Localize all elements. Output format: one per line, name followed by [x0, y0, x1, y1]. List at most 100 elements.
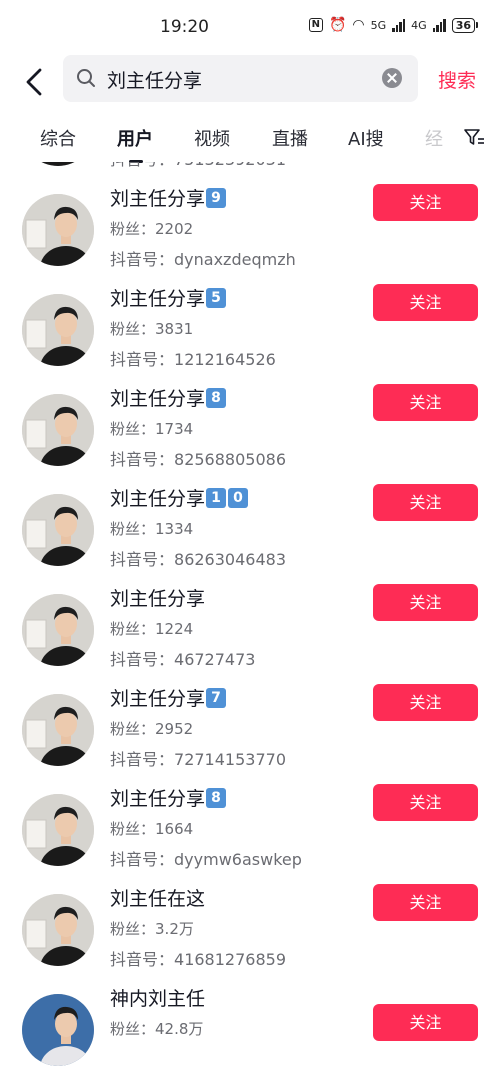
- number-badge: 7: [206, 687, 227, 708]
- fans-value: 3.2万: [155, 920, 194, 938]
- avatar[interactable]: [22, 894, 94, 966]
- user-row[interactable]: 刘主任分享 9 粉丝：2202 抖音号：dynaxzdeqmzh 关注: [0, 182, 500, 282]
- follow-button[interactable]: 关注: [373, 584, 478, 621]
- avatar[interactable]: [22, 694, 94, 766]
- user-row[interactable]: 粉丝：3661抖音号：75132392031关注: [0, 162, 500, 182]
- avatar-image: [22, 794, 94, 866]
- tab-more[interactable]: 经: [425, 125, 443, 151]
- number-badge-group: 8: [206, 787, 227, 808]
- douyin-id-label: 抖音号：: [110, 350, 175, 369]
- tab-videos[interactable]: 视频: [194, 125, 230, 151]
- user-row[interactable]: 神内刘主任粉丝：42.8万 关注: [0, 982, 500, 1082]
- avatar[interactable]: [22, 294, 94, 366]
- follow-button[interactable]: 关注: [373, 884, 478, 921]
- follow-button[interactable]: 关注: [373, 284, 478, 321]
- tab-comprehensive[interactable]: 综合: [40, 125, 76, 151]
- follow-button[interactable]: 关注: [373, 1004, 478, 1041]
- nfc-icon: N: [308, 18, 323, 32]
- douyin-id: 抖音号：82568805086: [110, 446, 286, 470]
- douyin-id: 抖音号：75132392031: [110, 162, 286, 170]
- user-row[interactable]: 刘主任分享 粉丝：1224 抖音号：46727473 关注: [0, 582, 500, 682]
- douyin-id-label: 抖音号：: [110, 650, 175, 669]
- status-icons: N ⏰ ◠ 5G 4G 36: [308, 17, 478, 33]
- tab-users[interactable]: 用户: [117, 125, 153, 151]
- fans-value: 1734: [155, 420, 194, 438]
- search-button[interactable]: 搜索: [438, 66, 476, 93]
- user-name: 刘主任分享: [110, 188, 206, 210]
- fans-count: 粉丝：42.8万: [110, 1018, 203, 1039]
- user-row[interactable]: 刘主任在这 粉丝：3.2万 抖音号：41681276859 关注: [0, 882, 500, 982]
- fans-value: 1224: [155, 620, 194, 638]
- douyin-id-value: 46727473: [174, 650, 256, 669]
- tab-ai-search[interactable]: AI搜: [348, 125, 384, 151]
- douyin-id-label: 抖音号：: [110, 850, 175, 869]
- user-name: 神内刘主任: [110, 988, 206, 1010]
- douyin-id: 抖音号：dynaxzdeqmzh: [110, 246, 296, 270]
- number-badge: 8: [206, 387, 227, 408]
- user-name-line: 刘主任分享: [110, 584, 205, 611]
- avatar[interactable]: [22, 594, 94, 666]
- fans-count: 粉丝：1664: [110, 818, 193, 839]
- avatar[interactable]: [22, 394, 94, 466]
- user-row[interactable]: 刘主任分享 8 粉丝：1734 抖音号：82568805086 关注: [0, 382, 500, 482]
- avatar[interactable]: [22, 494, 94, 566]
- douyin-id-label: 抖音号：: [110, 550, 175, 569]
- number-badge-group: 10: [206, 487, 249, 508]
- user-row[interactable]: 刘主任分享 1 0 粉丝：1334 抖音号：86263046483 关注: [0, 482, 500, 582]
- douyin-id-label: 抖音号：: [110, 950, 175, 969]
- wifi-icon: ◠: [352, 17, 365, 33]
- fans-value: 1334: [155, 520, 194, 538]
- douyin-id-value: 82568805086: [174, 450, 286, 469]
- avatar[interactable]: [22, 162, 94, 166]
- fans-count: 粉丝：1334: [110, 518, 193, 539]
- user-name-line: 刘主任分享 9: [110, 184, 227, 211]
- fans-count: 粉丝：2202: [110, 218, 193, 239]
- fans-value: 1664: [155, 820, 194, 838]
- tab-live[interactable]: 直播: [272, 125, 308, 151]
- avatar-image: [22, 494, 94, 566]
- number-badge-group: 9: [206, 187, 227, 208]
- fans-label: 粉丝：: [110, 220, 156, 238]
- avatar[interactable]: [22, 994, 94, 1066]
- douyin-id-value: dyymw6aswkep: [174, 850, 302, 869]
- douyin-id-label: 抖音号：: [110, 162, 174, 169]
- user-name-line: 刘主任分享 5: [110, 284, 227, 311]
- follow-button[interactable]: 关注: [373, 484, 478, 521]
- fans-count: 粉丝：3.2万: [110, 918, 194, 939]
- douyin-id: 抖音号：72714153770: [110, 746, 286, 770]
- follow-button[interactable]: 关注: [373, 384, 478, 421]
- avatar-image: [22, 194, 94, 266]
- user-name: 刘主任分享: [110, 788, 206, 810]
- user-row[interactable]: 刘主任分享 8 粉丝：1664 抖音号：dyymw6aswkep 关注: [0, 782, 500, 882]
- follow-button[interactable]: 关注: [373, 784, 478, 821]
- avatar-image: [22, 694, 94, 766]
- back-button[interactable]: [18, 62, 54, 102]
- user-name: 刘主任分享: [110, 488, 206, 510]
- avatar-image: [22, 994, 94, 1066]
- alarm-icon: ⏰: [328, 17, 347, 33]
- network-5g-label: 5G: [370, 18, 387, 32]
- clear-icon[interactable]: [382, 68, 402, 88]
- search-query: 刘主任分享: [107, 70, 203, 92]
- follow-button[interactable]: 关注: [373, 684, 478, 721]
- user-row[interactable]: 刘主任分享 7 粉丝：2952 抖音号：72714153770 关注: [0, 682, 500, 782]
- number-badge: 0: [228, 487, 249, 508]
- network-4g-label: 4G: [411, 18, 427, 32]
- fans-count: 粉丝：3831: [110, 318, 193, 339]
- user-row[interactable]: 刘主任分享 5 粉丝：3831 抖音号：1212164526 关注: [0, 282, 500, 382]
- user-name-line: 刘主任分享 8: [110, 784, 227, 811]
- fans-value: 3831: [155, 320, 194, 338]
- douyin-id: 抖音号：41681276859: [110, 946, 286, 970]
- filter-icon[interactable]: [463, 126, 485, 148]
- user-name: 刘主任分享: [110, 288, 206, 310]
- avatar[interactable]: [22, 794, 94, 866]
- fans-count: 粉丝：2952: [110, 718, 193, 739]
- fans-count: 粉丝：1734: [110, 418, 193, 439]
- follow-button[interactable]: 关注: [373, 184, 478, 221]
- battery-level: 36: [451, 17, 475, 33]
- douyin-id-label: 抖音号：: [110, 450, 175, 469]
- avatar-image: [22, 894, 94, 966]
- search-icon: [77, 69, 95, 87]
- search-input[interactable]: 刘主任分享: [63, 55, 418, 102]
- avatar[interactable]: [22, 194, 94, 266]
